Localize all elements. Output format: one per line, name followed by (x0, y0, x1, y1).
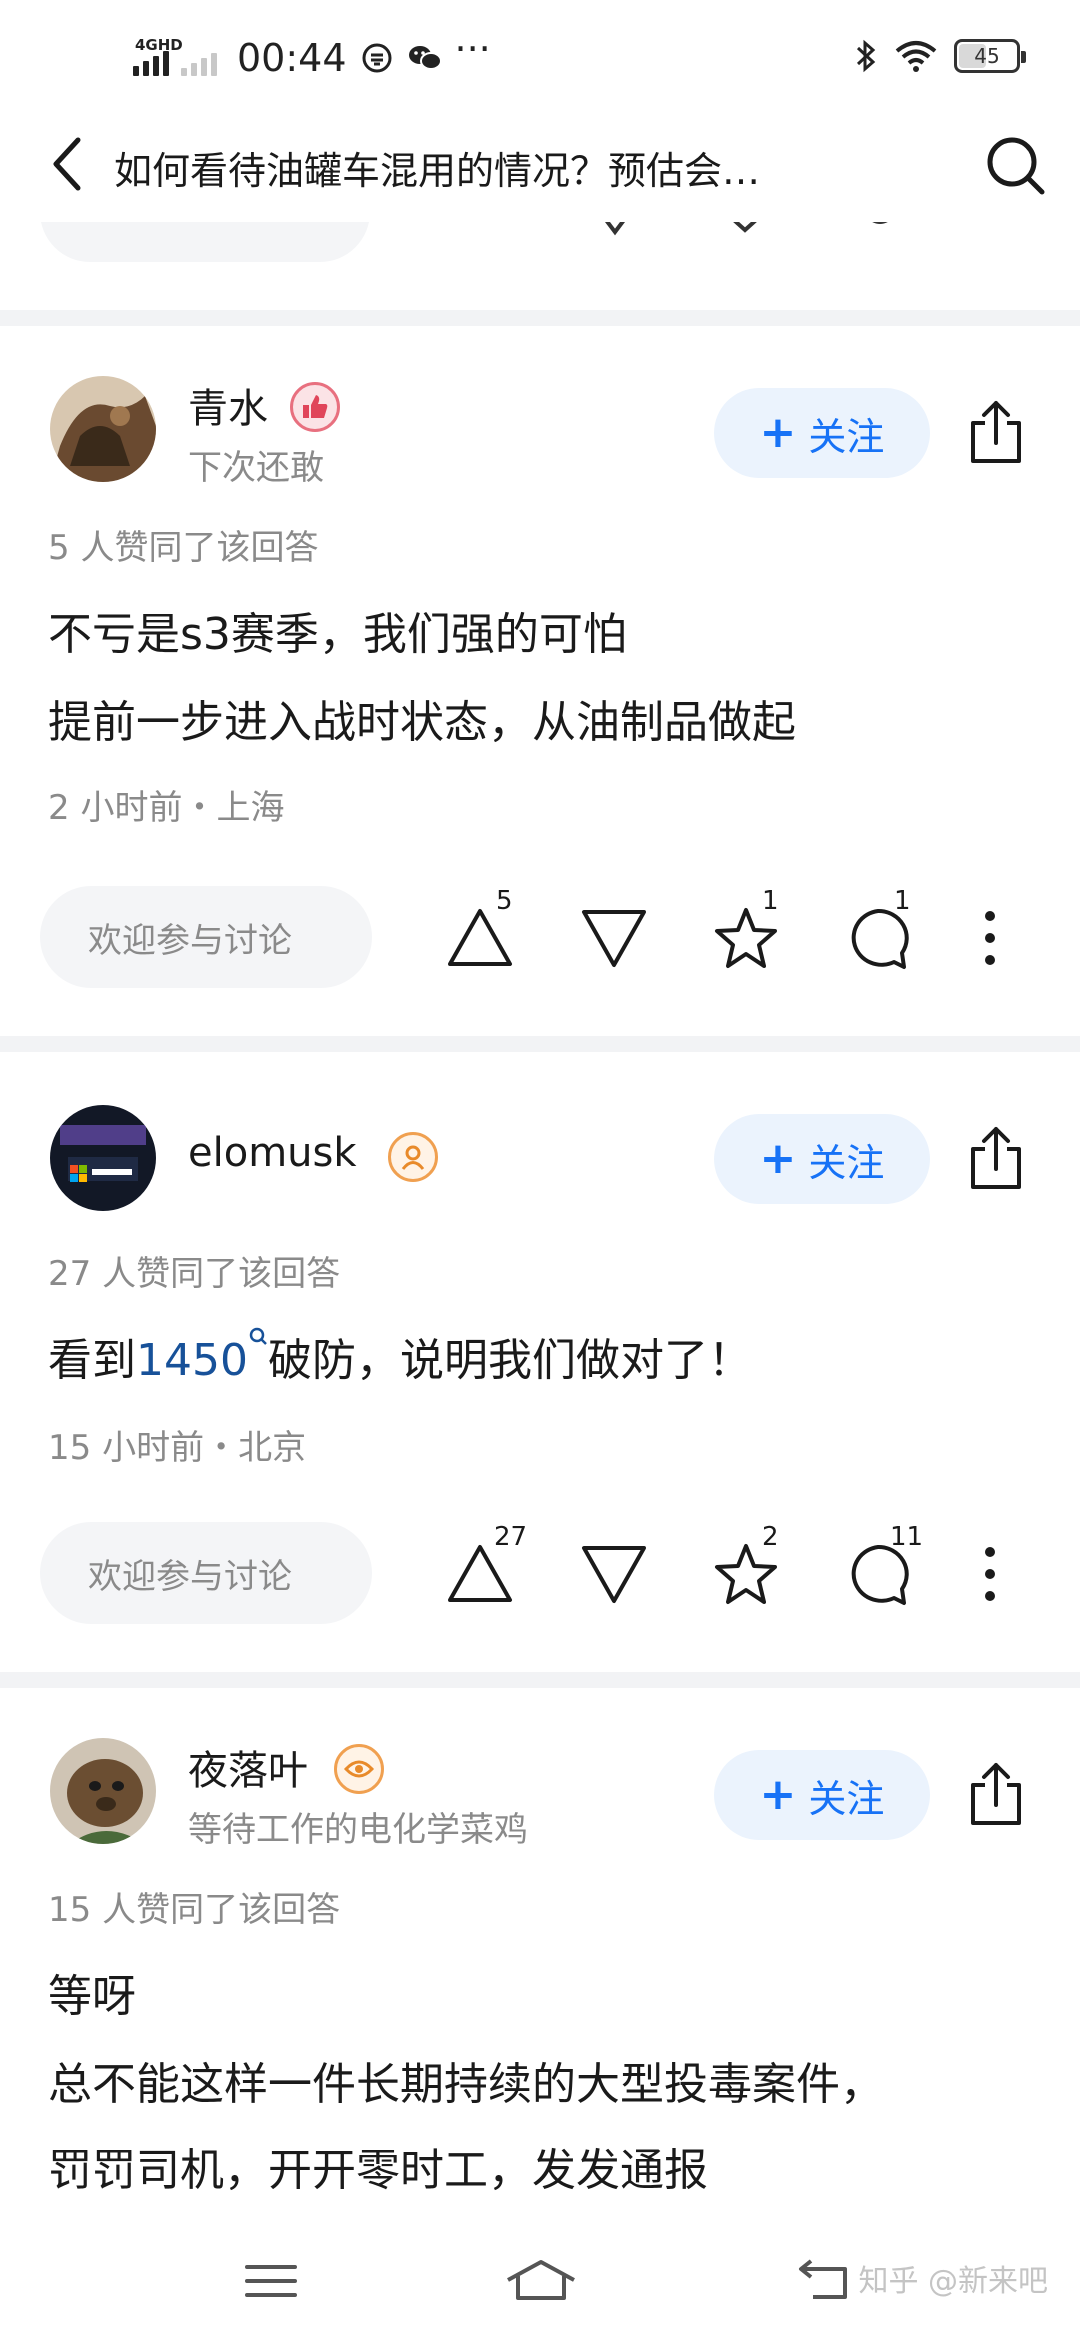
menu-icon (245, 2265, 297, 2297)
comment-count: 1 (894, 886, 911, 916)
answer-content-line[interactable]: 罚罚司机，开开零时工，发发通报 (48, 2134, 708, 2198)
search-icon (987, 137, 1045, 195)
eye-badge-icon (334, 1744, 384, 1794)
more-vertical-icon (985, 911, 995, 965)
author-name[interactable]: 青水 (188, 376, 268, 434)
share-button[interactable] (962, 396, 1030, 468)
notification-app-icon (359, 40, 395, 76)
thumb-up-badge-icon (290, 382, 340, 432)
favorite-count: 1 (762, 886, 779, 916)
share-icon (971, 1763, 1021, 1825)
vote-summary: 27 人赞同了该回答 (48, 1254, 341, 1294)
author-bio: 等待工作的电化学菜鸡 (188, 1810, 528, 1850)
wifi-icon (895, 41, 937, 72)
answer-content-line[interactable]: 看到1450 破防，说明我们做对了！ (48, 1324, 752, 1388)
verified-user-badge-icon (388, 1132, 438, 1182)
plus-icon: + (759, 407, 797, 458)
avatar[interactable] (50, 1738, 156, 1844)
previous-answer-peek (0, 222, 1080, 262)
downvote-button[interactable] (574, 898, 654, 978)
system-nav-bar: 知乎 @新来吧 (0, 2226, 1080, 2340)
author-name[interactable]: elomusk (188, 1130, 357, 1176)
answer-card: 夜落叶 等待工作的电化学菜鸡 + 关注 15 人赞同了该回答 等呀 总不能这样一… (0, 1688, 1080, 2226)
downvote-button[interactable] (574, 1534, 654, 1614)
signal-sim2-icon (181, 40, 217, 76)
comment-input-pill[interactable]: 欢迎参与讨论 (40, 886, 372, 988)
watermark: 知乎 @新来吧 (858, 2264, 1048, 2299)
answer-content-line[interactable]: 提前一步进入战时状态，从油制品做起 (48, 686, 796, 750)
home-nav-button[interactable] (496, 2246, 586, 2316)
favorite-count: 2 (762, 1522, 779, 1552)
author-bio: 下次还敢 (188, 448, 324, 488)
follow-label: 关注 (808, 1140, 885, 1185)
chevron-left-icon (53, 137, 81, 191)
section-divider (0, 1672, 1080, 1688)
back-nav-button[interactable] (778, 2246, 868, 2316)
previous-comment-pill[interactable] (40, 222, 370, 262)
answer-card: 青水 下次还敢 + 关注 5 人赞同了该回答 不亏是s3赛季，我们强的可怕 提前… (0, 326, 1080, 1036)
top-header: 如何看待油罐车混用的情况？预估会… (0, 110, 1080, 222)
follow-label: 关注 (808, 1776, 885, 1821)
search-icon (249, 1327, 267, 1345)
app-screen: 4GHD 00:44 ··· 45 如何看待油罐车混用的情况？预估会… 青水 下… (0, 0, 1080, 2340)
follow-button[interactable]: + 关注 (714, 388, 930, 478)
back-button[interactable] (36, 132, 100, 196)
upvote-count: 5 (496, 886, 513, 916)
section-divider (0, 1036, 1080, 1052)
share-icon (971, 401, 1021, 463)
comment-count: 11 (890, 1522, 924, 1552)
menu-nav-button[interactable] (226, 2246, 316, 2316)
section-divider (0, 310, 1080, 326)
signal-sim1-icon: 4GHD (133, 36, 183, 76)
answer-meta: 15 小时前・北京 (48, 1428, 307, 1468)
avatar[interactable] (50, 376, 156, 482)
plus-icon: + (759, 1133, 797, 1184)
follow-button[interactable]: + 关注 (714, 1114, 930, 1204)
battery-level-text: 45 (974, 44, 1000, 68)
status-bar: 4GHD 00:44 ··· 45 (0, 0, 1080, 110)
network-type-label: 4GHD (135, 36, 183, 54)
follow-button[interactable]: + 关注 (714, 1750, 930, 1840)
answer-meta: 2 小时前・上海 (48, 788, 285, 828)
content-text: 看到 (48, 1335, 136, 1386)
question-title[interactable]: 如何看待油罐车混用的情况？预估会… (114, 140, 894, 195)
wechat-icon (407, 40, 443, 76)
avatar[interactable] (50, 1105, 156, 1211)
bluetooth-icon (856, 39, 876, 73)
status-left: 4GHD 00:44 ··· (133, 27, 491, 80)
more-options-button[interactable] (970, 1534, 1010, 1614)
more-vertical-icon (985, 1547, 995, 1601)
battery-icon: 45 (954, 39, 1026, 73)
vote-summary: 5 人赞同了该回答 (48, 528, 319, 568)
keyword-text: 1450 (136, 1335, 248, 1386)
return-icon (799, 2259, 847, 2299)
search-keyword-link[interactable]: 1450 (136, 1327, 268, 1386)
share-icon (971, 1127, 1021, 1189)
answer-content-line[interactable]: 总不能这样一件长期持续的大型投毒案件， (48, 2048, 884, 2112)
answer-content-line[interactable]: 不亏是s3赛季，我们强的可怕 (48, 598, 627, 662)
more-options-button[interactable] (970, 898, 1010, 978)
answer-content-line[interactable]: 等呀 (48, 1960, 136, 2024)
content-text: 破防，说明我们做对了！ (267, 1335, 752, 1386)
triangle-down-icon (582, 1546, 646, 1603)
triangle-down-icon (582, 910, 646, 967)
share-button[interactable] (962, 1758, 1030, 1830)
vote-summary: 15 人赞同了该回答 (48, 1890, 341, 1930)
more-notifications-icon: ··· (454, 27, 491, 71)
answer-card: elomusk + 关注 27 人赞同了该回答 看到1450 破防，说明我们做对了… (0, 1052, 1080, 1672)
author-name[interactable]: 夜落叶 (188, 1738, 308, 1796)
comment-input-pill[interactable]: 欢迎参与讨论 (40, 1522, 372, 1624)
status-right: 45 (854, 38, 1026, 74)
plus-icon: + (759, 1769, 797, 1820)
share-button[interactable] (962, 1122, 1030, 1194)
search-button[interactable] (980, 130, 1052, 202)
status-time: 00:44 (237, 36, 347, 80)
upvote-count: 27 (494, 1522, 528, 1552)
home-icon (507, 2260, 575, 2300)
follow-label: 关注 (808, 414, 885, 459)
